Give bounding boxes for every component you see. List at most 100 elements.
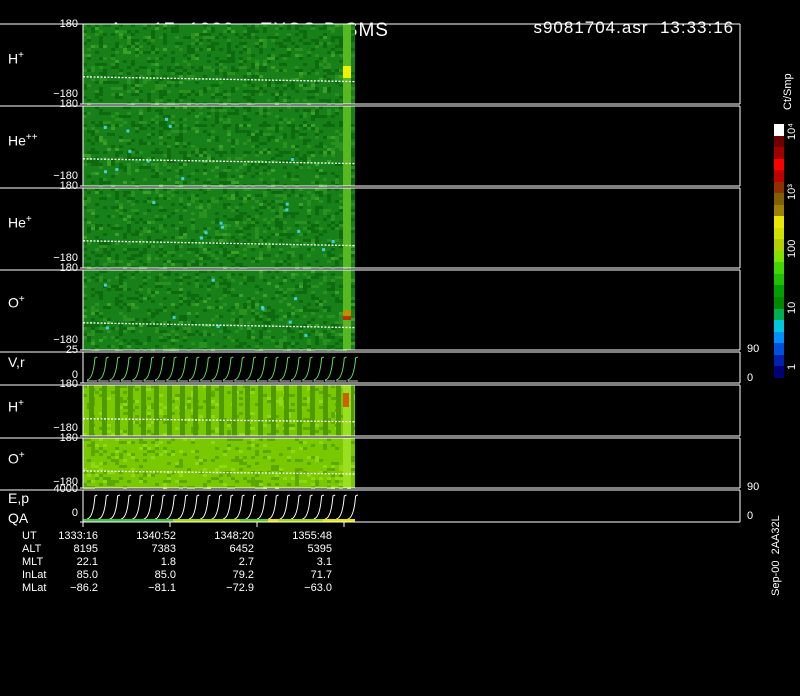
- spectro-cell: [131, 60, 135, 63]
- spectro-cell: [315, 212, 319, 215]
- spectro-cell: [159, 121, 163, 124]
- spectro-cell: [215, 139, 219, 142]
- spectro-cell: [227, 218, 231, 221]
- spectro-cell: [99, 42, 103, 45]
- spectro-cell: [159, 109, 163, 112]
- spectro-cell: [179, 480, 183, 483]
- sweep-curve: [313, 494, 325, 520]
- spectro-cell: [235, 87, 239, 90]
- spectro-cell: [295, 245, 299, 248]
- spectro-cell: [215, 87, 219, 90]
- spectro-cell: [139, 330, 143, 333]
- spectro-cell: [115, 288, 119, 291]
- spectro-cell: [351, 148, 355, 151]
- spectro-cell: [215, 233, 219, 236]
- spectro-cell: [179, 227, 183, 230]
- spectro-cell: [327, 63, 331, 66]
- spectro-cell: [91, 172, 95, 175]
- spectro-cell: [175, 42, 179, 45]
- sweep-curve: [302, 494, 313, 520]
- spectro-cell: [143, 441, 147, 444]
- spectro-cell: [95, 160, 99, 163]
- rtick-p8-top: 90: [747, 481, 760, 493]
- spectro-cell: [283, 166, 287, 169]
- spectro-cell: [263, 327, 267, 330]
- spectro-cell: [231, 194, 235, 197]
- spectro-cell: [215, 427, 219, 430]
- sweep-curve: [324, 494, 336, 520]
- spectro-cell: [187, 127, 191, 130]
- spectro-cell: [223, 206, 227, 209]
- spectro-cell: [263, 42, 267, 45]
- spectro-cell: [131, 121, 135, 124]
- spectro-cell: [131, 248, 135, 251]
- spectro-cell: [339, 69, 343, 72]
- spectro-cell: [307, 345, 311, 348]
- spectro-cell: [223, 282, 227, 285]
- spectro-cell: [291, 245, 295, 248]
- spectro-cell: [251, 33, 255, 36]
- spectro-cell: [303, 112, 307, 115]
- spectro-cell: [307, 203, 311, 206]
- spectro-cell: [143, 453, 147, 456]
- spectro-cell: [283, 151, 287, 154]
- spectro-cell: [319, 333, 323, 336]
- spectro-cell: [159, 36, 163, 39]
- spectro-cell: [123, 87, 127, 90]
- spectro-cell: [227, 447, 231, 450]
- spectro-cell: [203, 227, 207, 230]
- spectro-cell: [239, 218, 243, 221]
- spectro-cell: [263, 218, 267, 221]
- spectro-cell: [247, 99, 251, 102]
- spectro-cell: [243, 33, 247, 36]
- spectro-cell: [143, 251, 147, 254]
- spectro-cell: [119, 115, 123, 118]
- spectro-cell: [191, 33, 195, 36]
- panel-6-plot: [82, 438, 356, 489]
- spectro-cell: [179, 300, 183, 303]
- spectro-cell: [299, 309, 303, 312]
- spectro-cell: [247, 297, 251, 300]
- spectro-cell: [219, 233, 223, 236]
- spectro-cell: [283, 339, 287, 342]
- spectro-cell: [91, 151, 95, 154]
- spectro-cell: [175, 145, 179, 148]
- spectro-cell: [139, 139, 143, 142]
- spectro-cell: [327, 468, 331, 471]
- spectro-cell: [247, 321, 251, 324]
- spectro-cell: [127, 342, 131, 345]
- sweep-curve: [347, 356, 359, 381]
- spectro-cell: [251, 318, 255, 321]
- spectro-cell: [259, 203, 263, 206]
- spectro-cell: [159, 218, 163, 221]
- spectro-cell: [223, 191, 227, 194]
- spectro-cell: [95, 477, 99, 480]
- spectro-cell: [207, 54, 211, 57]
- spectro-cell: [267, 227, 271, 230]
- spectro-cell: [139, 66, 143, 69]
- spectro-cell: [203, 169, 207, 172]
- spectro-cell: [179, 230, 183, 233]
- spectro-cell: [243, 282, 247, 285]
- spectro-cell: [303, 239, 307, 242]
- spectro-cell: [255, 339, 259, 342]
- spectro-cell: [255, 462, 259, 465]
- spectro-cell: [195, 151, 199, 154]
- spectro-cell: [107, 251, 111, 254]
- spectro-cell: [87, 257, 91, 260]
- spectro-cell: [295, 175, 299, 178]
- spectro-cell: [171, 57, 175, 60]
- spectro-cell: [331, 336, 335, 339]
- spectro-cell: [195, 230, 199, 233]
- spectro-cell: [311, 276, 315, 279]
- spectro-cell: [327, 151, 331, 154]
- spectro-cell: [227, 251, 231, 254]
- tick-p6-top: 180: [59, 378, 78, 390]
- spectro-cell: [119, 276, 123, 279]
- colorbar-swatch: [774, 354, 784, 367]
- spectro-cell: [331, 51, 335, 54]
- spectro-cell: [219, 263, 223, 266]
- spectro-cell: [199, 285, 203, 288]
- spectro-cell: [91, 160, 95, 163]
- spectro-cell: [155, 115, 159, 118]
